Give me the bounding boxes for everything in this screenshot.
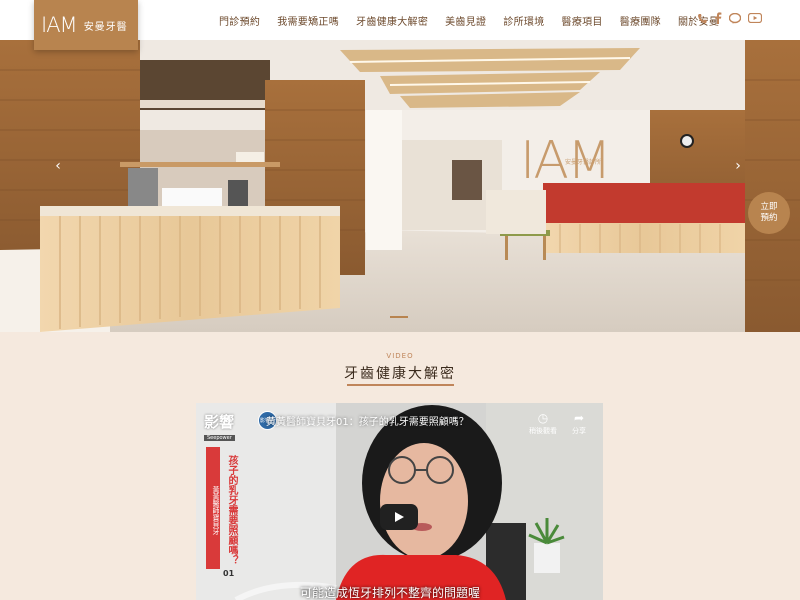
nav-item-dental-health[interactable]: 牙齒健康大解密 [356,13,428,28]
slide-indicator[interactable] [390,316,408,318]
section-title: 牙齒健康大解密 [344,366,456,382]
site-header: IAM 安曼牙醫 門診預約 我需要矯正嗎 牙齒健康大解密 美齒見證 診所環境 醫… [0,0,800,50]
video-title[interactable]: 黃黃醫師寶貝牙01：孩子的乳牙需要照顧嗎？ [266,413,469,428]
watch-later-label: 稍後觀看 [529,427,557,435]
video-side-text: 孩子的乳牙需要照顧嗎？ [226,455,237,565]
facebook-icon[interactable] [714,12,722,24]
nav-item-services[interactable]: 醫療項目 [562,13,603,28]
nav-item-orthodontics[interactable]: 我需要矯正嗎 [277,13,339,28]
book-now-button[interactable]: 立即 預約 [748,192,790,234]
video-player[interactable]: 影響 Seepower 影響力 黃黃醫師寶貝牙01：孩子的乳牙需要照顧嗎？ ◷ … [196,403,603,600]
nav-item-environment[interactable]: 診所環境 [503,13,544,28]
nav-item-testimonials[interactable]: 美齒見證 [445,13,486,28]
watch-later-button[interactable]: ◷ 稍後觀看 [526,411,560,436]
youtube-icon[interactable] [748,13,762,23]
video-brand-sub: Seepower [204,435,235,441]
video-side-bar: 黃黃醫師寶貝牙 [206,447,220,569]
play-button[interactable] [380,504,418,530]
hero-image: IAM 安曼牙醫診所 [0,40,800,332]
nav-item-appointment[interactable]: 門診預約 [219,13,260,28]
hero-prev-arrow[interactable]: ‹ [51,158,65,178]
logo-mark: IAM [41,13,78,37]
logo[interactable]: IAM 安曼牙醫 [34,0,138,50]
video-episode-number: 01 [223,569,235,578]
svg-text:安曼牙醫診所: 安曼牙醫診所 [565,158,601,166]
social-links [697,12,769,24]
main-nav: 門診預約 我需要矯正嗎 牙齒健康大解密 美齒見證 診所環境 醫療項目 醫療團隊 … [219,13,736,28]
hero-next-arrow[interactable]: › [731,158,745,178]
phone-icon[interactable] [697,13,707,24]
hero-slider: IAM 安曼牙醫診所 ‹ › 立即 預約 [0,40,800,332]
section-kicker: VIDEO [386,352,414,360]
share-button[interactable]: ➦ 分享 [562,411,596,436]
logo-name: 安曼牙醫 [83,21,128,33]
share-icon: ➦ [573,411,585,425]
video-subtitle: 可能造成恆牙排列不整齊的問題喔 [300,586,481,600]
clock-icon: ◷ [537,411,549,425]
share-label: 分享 [572,427,586,435]
section-underline [347,384,454,386]
book-now-line1: 立即 [760,202,778,212]
play-icon [395,512,404,522]
book-now-line2: 預約 [760,213,778,223]
nav-item-team[interactable]: 醫療團隊 [620,13,661,28]
video-brand: 影響 [204,413,235,431]
line-icon[interactable] [729,12,741,24]
